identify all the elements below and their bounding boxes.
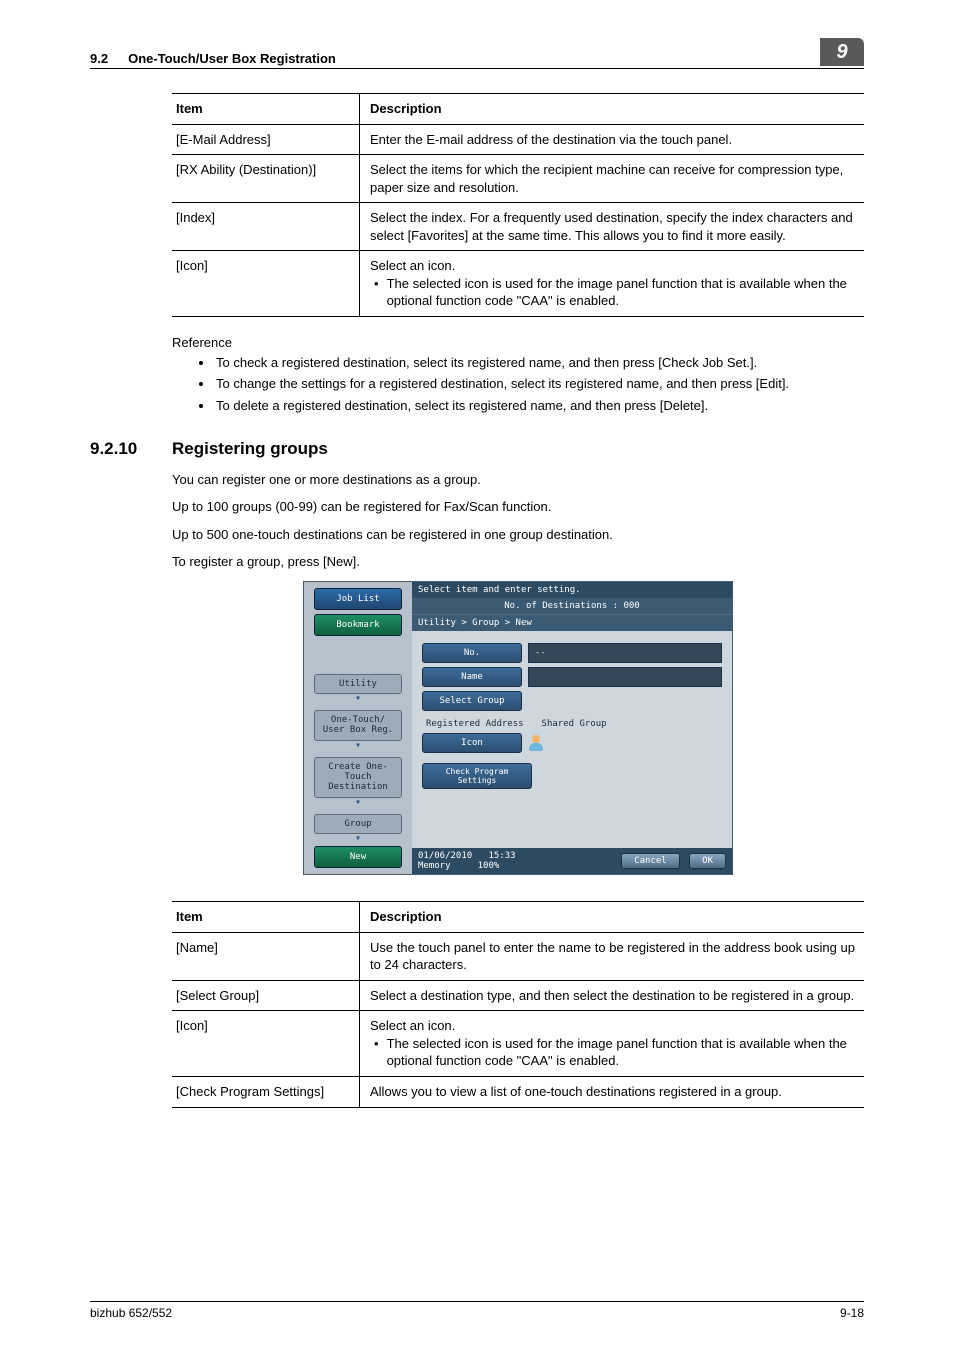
table-row: [Name] Use the touch panel to enter the … <box>172 932 864 980</box>
job-list-button[interactable]: Job List <box>314 588 402 610</box>
table-row: [E-Mail Address] Enter the E-mail addres… <box>172 124 864 155</box>
bookmark-button[interactable]: Bookmark <box>314 614 402 636</box>
table-row: [Icon] Select an icon. • The selected ic… <box>172 251 864 317</box>
cell-item: [Index] <box>172 203 360 251</box>
footer-model: bizhub 652/552 <box>90 1306 172 1320</box>
cell-item: [Check Program Settings] <box>172 1076 360 1107</box>
select-group-button[interactable]: Select Group <box>422 691 522 711</box>
paragraph: Up to 500 one-touch destinations can be … <box>172 526 864 544</box>
cell-desc: Select the items for which the recipient… <box>360 155 865 203</box>
ss-instruction: Select item and enter setting. <box>412 582 732 598</box>
th-item: Item <box>172 94 360 125</box>
chevron-down-icon: ▾ <box>308 833 408 844</box>
name-field-value <box>528 667 722 687</box>
paragraph: To register a group, press [New]. <box>172 553 864 571</box>
chevron-down-icon: ▾ <box>308 740 408 751</box>
cell-desc: Allows you to view a list of one-touch d… <box>360 1076 865 1107</box>
list-item: To change the settings for a registered … <box>214 375 864 393</box>
cell-item: [E-Mail Address] <box>172 124 360 155</box>
list-item: To delete a registered destination, sele… <box>214 397 864 415</box>
new-button[interactable]: New <box>314 846 402 868</box>
paragraph: You can register one or more destination… <box>172 471 864 489</box>
cell-desc: Enter the E-mail address of the destinat… <box>360 124 865 155</box>
no-field-button[interactable]: No. <box>422 643 522 663</box>
chevron-down-icon: ▾ <box>308 693 408 704</box>
ss-dest-count: No. of Destinations : 000 <box>412 598 732 614</box>
cell-item: [Name] <box>172 932 360 980</box>
group-crumb[interactable]: Group <box>314 814 402 834</box>
th-desc: Description <box>360 94 865 125</box>
icon-field-button[interactable]: Icon <box>422 733 522 753</box>
reference-label: Reference <box>172 335 864 350</box>
ss-breadcrumb: Utility > Group > New <box>412 614 732 631</box>
th-item: Item <box>172 902 360 933</box>
footer-page: 9-18 <box>840 1306 864 1320</box>
check-program-settings-button[interactable]: Check Program Settings <box>422 763 532 789</box>
cell-item: [Icon] <box>172 251 360 317</box>
ok-button[interactable]: OK <box>689 853 726 869</box>
header-section-title: One-Touch/User Box Registration <box>128 51 336 66</box>
cell-item: [Select Group] <box>172 980 360 1011</box>
table-settings-2: Item Description [Name] Use the touch pa… <box>172 901 864 1107</box>
shared-group-label: Shared Group <box>538 719 607 729</box>
list-item: To check a registered destination, selec… <box>214 354 864 372</box>
device-screenshot: Job List Bookmark Utility ▾ One-Touch/ U… <box>303 581 733 875</box>
table-row: [Icon] Select an icon. • The selected ic… <box>172 1011 864 1077</box>
ss-sidebar: Job List Bookmark Utility ▾ One-Touch/ U… <box>304 582 412 874</box>
cell-item: [Icon] <box>172 1011 360 1077</box>
table-row: [Check Program Settings] Allows you to v… <box>172 1076 864 1107</box>
header-section-no: 9.2 <box>90 51 108 66</box>
cell-desc: Select an icon. • The selected icon is u… <box>360 1011 865 1077</box>
subsection-number: 9.2.10 <box>90 439 172 459</box>
utility-crumb[interactable]: Utility <box>314 674 402 694</box>
cell-desc: Select an icon. • The selected icon is u… <box>360 251 865 317</box>
table-row: [RX Ability (Destination)] Select the it… <box>172 155 864 203</box>
reference-list: To check a registered destination, selec… <box>172 354 864 415</box>
paragraph: Up to 100 groups (00-99) can be register… <box>172 498 864 516</box>
cancel-button[interactable]: Cancel <box>621 853 680 869</box>
registered-address-label: Registered Address <box>422 719 524 729</box>
name-field-button[interactable]: Name <box>422 667 522 687</box>
cell-item: [RX Ability (Destination)] <box>172 155 360 203</box>
cell-desc: Select a destination type, and then sele… <box>360 980 865 1011</box>
create-onetouch-crumb[interactable]: Create One-Touch Destination <box>314 757 402 798</box>
subsection-title: Registering groups <box>172 439 328 459</box>
onetouch-crumb[interactable]: One-Touch/ User Box Reg. <box>314 710 402 741</box>
person-icon <box>528 734 546 752</box>
no-field-value: -- <box>528 643 722 663</box>
table-row: [Select Group] Select a destination type… <box>172 980 864 1011</box>
chevron-down-icon: ▾ <box>308 797 408 808</box>
cell-desc: Select the index. For a frequently used … <box>360 203 865 251</box>
ss-status: 01/06/2010 15:33 Memory 100% <box>418 851 516 871</box>
page-footer: bizhub 652/552 9-18 <box>90 1301 864 1320</box>
chapter-badge: 9 <box>820 38 864 66</box>
th-desc: Description <box>360 902 865 933</box>
cell-desc: Use the touch panel to enter the name to… <box>360 932 865 980</box>
page-header: 9.2 One-Touch/User Box Registration 9 <box>90 38 864 69</box>
table-settings-1: Item Description [E-Mail Address] Enter … <box>172 93 864 317</box>
table-row: [Index] Select the index. For a frequent… <box>172 203 864 251</box>
